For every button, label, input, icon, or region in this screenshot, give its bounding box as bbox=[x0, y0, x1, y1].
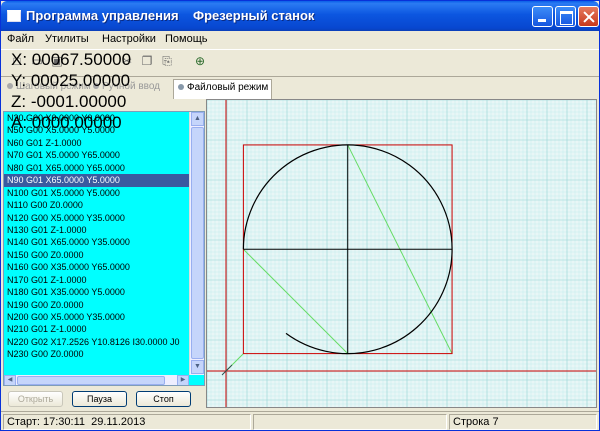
coord-y: Y: 00025.00000 bbox=[11, 71, 131, 90]
scroll-left-icon[interactable]: ◀ bbox=[4, 375, 16, 385]
program-line[interactable]: N100 G01 X5.0000 Y5.0000 bbox=[4, 187, 189, 199]
menu-bar: Файл Утилиты Настройки Помощь bbox=[1, 31, 599, 49]
pause-button[interactable]: Пауза bbox=[72, 391, 127, 407]
vertical-scrollbar[interactable]: ▲ ▼ bbox=[189, 112, 204, 375]
program-line[interactable]: N80 G01 X65.0000 Y65.0000 bbox=[4, 162, 189, 174]
menu-file[interactable]: Файл bbox=[7, 33, 34, 45]
horizontal-scrollbar[interactable]: ◀ ▶ bbox=[4, 375, 189, 385]
menu-help[interactable]: Помощь bbox=[165, 33, 208, 45]
close-button[interactable] bbox=[578, 6, 599, 27]
app-icon bbox=[7, 10, 21, 22]
program-line[interactable]: N230 G00 Z0.0000 bbox=[4, 348, 189, 360]
application-window: Программа управления Фрезерный станок Фа… bbox=[0, 0, 600, 431]
minimize-button[interactable] bbox=[532, 6, 553, 27]
program-line[interactable]: N130 G01 Z-1.0000 bbox=[4, 224, 189, 236]
program-line[interactable]: N180 G01 X35.0000 Y5.0000 bbox=[4, 286, 189, 298]
program-line[interactable]: N120 G00 X5.0000 Y35.0000 bbox=[4, 212, 189, 224]
program-panel: N20 G00 X0.0000 Y0.0000 N50 G00 X5.0000 Y… bbox=[3, 111, 205, 386]
scroll-up-icon[interactable]: ▲ bbox=[191, 112, 204, 126]
tab-file-mode[interactable]: Файловый режим bbox=[173, 79, 273, 99]
program-line[interactable]: N160 G00 X35.0000 Y65.0000 bbox=[4, 261, 189, 273]
status-bar: Старт: 17:30:11 29.11.2013 Строка 7 bbox=[1, 411, 599, 430]
maximize-button[interactable] bbox=[555, 6, 576, 27]
hscroll-thumb[interactable] bbox=[17, 376, 165, 385]
status-empty bbox=[253, 414, 447, 430]
program-line[interactable]: N170 G01 Z-1.0000 bbox=[4, 274, 189, 286]
status-line-number: Строка 7 bbox=[449, 414, 597, 430]
status-start-time: Старт: 17:30:11 29.11.2013 bbox=[3, 414, 251, 430]
program-line[interactable]: N90 G01 X65.0000 Y5.0000 bbox=[4, 174, 189, 187]
toolpath-plot bbox=[207, 100, 596, 407]
coord-z: Z: -0001.00000 bbox=[11, 92, 127, 111]
program-line[interactable]: N140 G01 X65.0000 Y35.0000 bbox=[4, 236, 189, 248]
toolpath-canvas[interactable] bbox=[206, 99, 597, 408]
program-line[interactable]: N70 G01 X5.0000 Y65.0000 bbox=[4, 149, 189, 161]
copy-icon[interactable]: ❐ bbox=[139, 54, 155, 70]
coord-x: X: 00067.50000 bbox=[11, 50, 132, 69]
program-line[interactable]: N60 G01 Z-1.0000 bbox=[4, 137, 189, 149]
scroll-thumb[interactable] bbox=[191, 127, 204, 359]
program-line[interactable]: N200 G00 X5.0000 Y35.0000 bbox=[4, 311, 189, 323]
program-line[interactable]: N210 G01 Z-1.0000 bbox=[4, 323, 189, 335]
window-title: Программа управления Фрезерный станок bbox=[26, 8, 315, 23]
zoom-icon[interactable]: ⊕ bbox=[192, 54, 208, 70]
program-listing[interactable]: N20 G00 X0.0000 Y0.0000 N50 G00 X5.0000 Y… bbox=[4, 112, 189, 375]
stop-button[interactable]: Стоп bbox=[136, 391, 191, 407]
menu-settings[interactable]: Настройки bbox=[102, 33, 156, 45]
open-button[interactable]: Открыть bbox=[8, 391, 63, 407]
coord-a: A: 0000.00000 bbox=[11, 113, 122, 132]
program-line[interactable]: N190 G00 Z0.0000 bbox=[4, 299, 189, 311]
scroll-down-icon[interactable]: ▼ bbox=[191, 360, 204, 374]
title-bar[interactable]: Программа управления Фрезерный станок bbox=[1, 1, 599, 31]
scroll-right-icon[interactable]: ▶ bbox=[177, 375, 189, 385]
program-line[interactable]: N150 G00 Z0.0000 bbox=[4, 249, 189, 261]
menu-utilities[interactable]: Утилиты bbox=[45, 33, 89, 45]
paste-icon[interactable]: ⎘ bbox=[159, 54, 175, 70]
program-line[interactable]: N110 G00 Z0.0000 bbox=[4, 199, 189, 211]
program-line[interactable]: N220 G02 X17.2526 Y10.8126 I30.0000 J0 bbox=[4, 336, 189, 348]
